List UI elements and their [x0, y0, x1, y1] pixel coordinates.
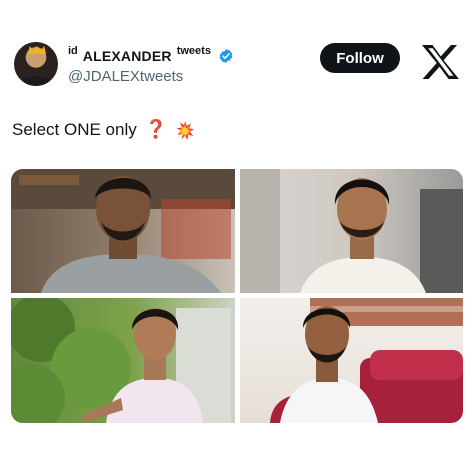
media-grid	[11, 169, 463, 423]
question-emoji-icon: ❓	[144, 119, 168, 139]
name-main: ALEXANDER	[82, 48, 172, 64]
author-name[interactable]: id ALEXANDER tweets	[68, 45, 234, 64]
tweet-body: Select ONE only	[12, 119, 137, 139]
tweet-text: Select ONE only ❓	[12, 119, 195, 140]
photo-option-1[interactable]	[11, 169, 235, 293]
name-suffix: tweets	[176, 45, 211, 57]
photo-option-3[interactable]	[11, 298, 235, 423]
author-handle[interactable]: @JDALEXtweets	[68, 68, 183, 85]
collision-emoji-icon	[176, 120, 195, 140]
crown-icon	[28, 46, 46, 54]
x-logo-icon[interactable]	[420, 44, 460, 80]
name-prefix: id	[68, 45, 78, 57]
author-avatar[interactable]	[14, 42, 58, 86]
verified-badge-icon	[219, 49, 233, 63]
follow-button[interactable]: Follow	[320, 43, 400, 73]
photo-option-4[interactable]	[240, 298, 463, 423]
photo-option-2[interactable]	[240, 169, 463, 293]
